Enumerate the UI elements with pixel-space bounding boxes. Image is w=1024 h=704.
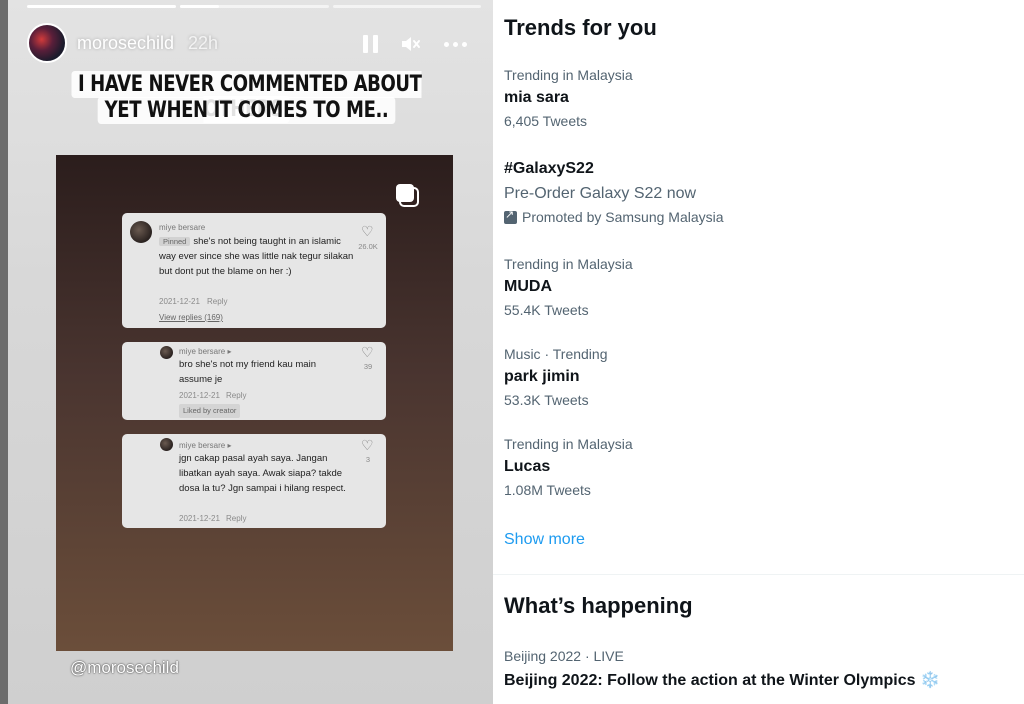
comment-text: Pinned she's not being taught in an islam…	[159, 236, 354, 277]
snowflake-icon: ❄️	[919, 672, 940, 689]
story-progress-1	[27, 5, 176, 8]
heart-icon[interactable]: ♡	[361, 224, 374, 238]
heart-icon[interactable]: ♡	[361, 438, 374, 452]
reply-button[interactable]: Reply	[226, 512, 246, 526]
avatar[interactable]	[27, 23, 67, 63]
happening-headline[interactable]: Beijing 2022: Follow the action at the W…	[504, 670, 940, 690]
like-count: 26.0K	[358, 242, 378, 251]
like-count: 39	[363, 362, 373, 371]
promoted-trend-item[interactable]: #GalaxyS22 Pre-Order Galaxy S22 now Prom…	[493, 152, 1024, 242]
trend-count: 55.4K Tweets	[504, 302, 589, 318]
liked-by-creator-badge: Liked by creator	[179, 404, 241, 418]
trend-topic: #GalaxyS22	[504, 160, 594, 177]
trend-topic: mia sara	[504, 89, 569, 106]
trend-count: 6,405 Tweets	[504, 113, 588, 129]
trend-topic: MUDA	[504, 278, 552, 295]
story-watermark: @morosechild	[70, 658, 179, 677]
section-divider	[493, 574, 1024, 575]
promoted-subtitle: Pre-Order Galaxy S22 now	[504, 185, 697, 202]
trend-count: 1.08M Tweets	[504, 482, 591, 498]
pause-button[interactable]	[358, 32, 382, 56]
view-replies-link[interactable]: View replies (169)	[159, 311, 223, 325]
trend-meta: Music · Trending	[504, 346, 608, 362]
comment-avatar	[160, 346, 173, 359]
pinned-badge: Pinned	[159, 237, 191, 246]
trend-meta: Trending in Malaysia	[504, 256, 633, 272]
comment-card: miye bersare ▸ bro she's not my friend k…	[122, 342, 386, 420]
heart-icon[interactable]: ♡	[361, 345, 374, 359]
trend-meta: Trending in Malaysia	[504, 67, 633, 83]
story-caption-line-2: YET WHEN IT COMES TO ME..	[44, 97, 448, 124]
trend-count: 53.3K Tweets	[504, 392, 589, 408]
promoted-icon	[504, 208, 517, 224]
reply-button[interactable]: Reply	[226, 389, 246, 403]
mute-icon	[402, 37, 420, 51]
story-progress-2-fill	[180, 5, 219, 8]
trends-heading: Trends for you	[504, 15, 657, 40]
comment-date: 2021-12-21	[179, 391, 220, 400]
more-options-button[interactable]	[443, 32, 467, 56]
trend-item[interactable]: Trending in Malaysia mia sara 6,405 Twee…	[493, 60, 1024, 138]
story-edge	[0, 0, 8, 704]
comment-avatar	[130, 221, 152, 243]
trend-item[interactable]: Trending in Malaysia MUDA 55.4K Tweets	[493, 249, 1024, 327]
trend-topic: Lucas	[504, 458, 551, 475]
trend-item[interactable]: Music · Trending park jimin 53.3K Tweets	[493, 339, 1024, 417]
show-more-link[interactable]: Show more	[504, 531, 585, 549]
right-sidebar: Trends for you Trending in Malaysia mia …	[493, 0, 1024, 704]
comment-author: miye bersare	[159, 223, 206, 232]
trend-topic: park jimin	[504, 368, 580, 385]
trend-meta: Trending in Malaysia	[504, 436, 633, 452]
more-icon	[443, 41, 467, 47]
comment-text: bro she's not my friend kau main assume …	[179, 359, 316, 385]
reply-button[interactable]: Reply	[207, 295, 227, 309]
comment-date: 2021-12-21	[159, 297, 200, 306]
copy-icon	[396, 184, 419, 207]
whats-happening-heading: What’s happening	[504, 593, 693, 618]
pause-icon	[362, 35, 378, 53]
comment-text: jgn cakap pasal ayah saya. Jangan libatk…	[179, 453, 346, 494]
story-progress-3	[333, 5, 481, 8]
comment-date: 2021-12-21	[179, 514, 220, 523]
promoted-label: Promoted by Samsung Malaysia	[504, 208, 724, 225]
story-username[interactable]: morosechild	[77, 33, 174, 54]
story-time: 22h	[188, 33, 219, 53]
comment-card: miye bersare Pinned she's not being taugh…	[122, 213, 386, 328]
trend-item[interactable]: Trending in Malaysia Lucas 1.08M Tweets	[493, 429, 1024, 507]
mute-button[interactable]	[399, 32, 423, 56]
comment-avatar	[160, 438, 173, 451]
happening-meta: Beijing 2022 · LIVE	[504, 648, 624, 664]
story-progress-2	[180, 5, 329, 8]
story-viewer[interactable]: morosechild 22h I HAVE NEVER COMMENTED A…	[0, 0, 493, 704]
comment-card: miye bersare ▸ jgn cakap pasal ayah saya…	[122, 434, 386, 528]
like-count: 3	[365, 455, 371, 464]
